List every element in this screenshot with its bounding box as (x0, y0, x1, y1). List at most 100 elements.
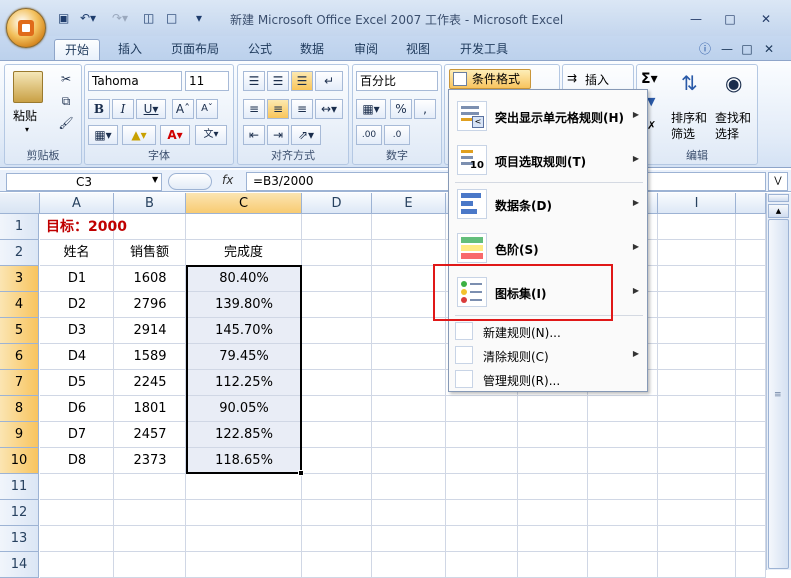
grid-cell[interactable] (518, 552, 588, 578)
grid-cell[interactable] (588, 474, 658, 500)
column-header-extra[interactable] (736, 193, 766, 214)
column-header-a[interactable]: A (40, 193, 114, 214)
split-handle[interactable] (768, 194, 789, 202)
grid-cell[interactable] (736, 500, 766, 526)
grid-cell[interactable] (302, 500, 372, 526)
grid-cell[interactable] (114, 474, 186, 500)
fill-color-icon[interactable]: ▲▾ (122, 125, 156, 145)
grid-cell[interactable] (658, 396, 736, 422)
format-painter-icon[interactable]: 🖌 (55, 113, 77, 133)
bold-button[interactable]: B (88, 99, 110, 119)
grid-cell[interactable] (372, 214, 446, 240)
grid-cell[interactable] (658, 552, 736, 578)
row-header[interactable]: 6 (0, 344, 39, 370)
grid-cell[interactable] (372, 396, 446, 422)
grid-cell[interactable] (186, 552, 302, 578)
grow-font-icon[interactable]: Aˆ (172, 99, 194, 119)
grid-cell[interactable] (736, 474, 766, 500)
grid-cell[interactable] (372, 318, 446, 344)
font-name-select[interactable]: Tahoma (88, 71, 182, 91)
increase-decimal-icon[interactable]: .00 (356, 125, 382, 145)
name-cell[interactable]: D1 (40, 266, 114, 292)
font-color-icon[interactable]: A▾ (160, 125, 190, 145)
sales-cell[interactable]: 2457 (114, 422, 186, 448)
grid-cell[interactable] (588, 552, 658, 578)
grid-cell[interactable] (40, 552, 114, 578)
grid-cell[interactable] (588, 500, 658, 526)
phonetic-icon[interactable]: 文▾ (195, 125, 227, 145)
decrease-indent-icon[interactable]: ⇤ (243, 125, 265, 145)
tab-view[interactable]: 视图 (398, 39, 438, 61)
align-right-icon[interactable]: ≡ (291, 99, 313, 119)
grid-cell[interactable] (302, 214, 372, 240)
sort-filter-label-1[interactable]: 排序和 (671, 109, 707, 126)
ribbon-restore-icon[interactable]: □ (740, 39, 754, 61)
orientation-icon[interactable]: ⇗▾ (291, 125, 321, 145)
select-all-corner[interactable] (0, 193, 40, 214)
name-cell[interactable]: D3 (40, 318, 114, 344)
expand-formula-icon[interactable]: ⋁ (768, 172, 788, 191)
find-select-icon[interactable]: ◉ (725, 71, 742, 95)
grid-cell[interactable] (658, 266, 736, 292)
grid-cell[interactable] (736, 448, 766, 474)
qat-customize-icon[interactable]: ▾ (196, 11, 202, 27)
row-header[interactable]: 1 (0, 214, 39, 240)
sales-cell[interactable]: 1589 (114, 344, 186, 370)
grid-cell[interactable] (658, 448, 736, 474)
grid-cell[interactable] (114, 526, 186, 552)
name-box[interactable]: C3 (6, 173, 162, 191)
tab-data[interactable]: 数据 (292, 39, 332, 61)
grid-cell[interactable] (658, 240, 736, 266)
grid-cell[interactable] (302, 474, 372, 500)
grid-cell[interactable] (658, 292, 736, 318)
grid-cell[interactable] (446, 500, 518, 526)
row-header[interactable]: 7 (0, 370, 39, 396)
grid-cell[interactable] (40, 526, 114, 552)
column-header-d[interactable]: D (302, 193, 372, 214)
grid-cell[interactable] (736, 552, 766, 578)
autosum-icon[interactable]: Σ▾ (641, 71, 658, 87)
grid-cell[interactable] (658, 370, 736, 396)
grid-cell[interactable] (40, 500, 114, 526)
sales-cell[interactable]: 1801 (114, 396, 186, 422)
row-header[interactable]: 13 (0, 526, 39, 552)
header-sales[interactable]: 销售额 (114, 240, 186, 266)
row-header[interactable]: 8 (0, 396, 39, 422)
grid-cell[interactable] (372, 526, 446, 552)
print-preview-icon[interactable]: ◫ (143, 11, 154, 27)
percent-button[interactable]: % (390, 99, 412, 119)
grid-cell[interactable] (518, 422, 588, 448)
menu-item-highlight-rules[interactable]: < 突出显示单元格规则(H) ▶ (449, 98, 647, 134)
name-cell[interactable]: D6 (40, 396, 114, 422)
italic-button[interactable]: I (112, 99, 134, 119)
minimize-icon[interactable]: — (686, 12, 706, 26)
grid-cell[interactable] (186, 474, 302, 500)
column-header-e[interactable]: E (372, 193, 446, 214)
align-left-icon[interactable]: ≡ (243, 99, 265, 119)
grid-cell[interactable] (302, 526, 372, 552)
sales-cell[interactable]: 2245 (114, 370, 186, 396)
name-cell[interactable]: D5 (40, 370, 114, 396)
grid-cell[interactable] (302, 344, 372, 370)
find-select-label-1[interactable]: 查找和 (715, 109, 751, 126)
font-size-select[interactable]: 11 (185, 71, 229, 91)
grid-cell[interactable] (446, 422, 518, 448)
grid-cell[interactable] (446, 396, 518, 422)
grid-cell[interactable] (736, 422, 766, 448)
name-cell[interactable]: D2 (40, 292, 114, 318)
grid-cell[interactable] (186, 214, 302, 240)
insert-cells-icon[interactable]: ⇉ (567, 71, 577, 85)
grid-cell[interactable] (736, 344, 766, 370)
menu-item-new-rule[interactable]: 新建规则(N)... (449, 319, 647, 343)
align-top-icon[interactable]: ☰ (243, 71, 265, 91)
row-header[interactable]: 12 (0, 500, 39, 526)
grid-cell[interactable] (372, 448, 446, 474)
grid-cell[interactable] (658, 500, 736, 526)
cut-icon[interactable]: ✂ (55, 69, 77, 89)
header-completion[interactable]: 完成度 (186, 240, 302, 266)
clear-icon[interactable]: ✗ (647, 119, 656, 132)
row-header[interactable]: 3 (0, 266, 39, 292)
grid-cell[interactable] (302, 396, 372, 422)
grid-cell[interactable] (446, 552, 518, 578)
grid-cell[interactable] (302, 266, 372, 292)
